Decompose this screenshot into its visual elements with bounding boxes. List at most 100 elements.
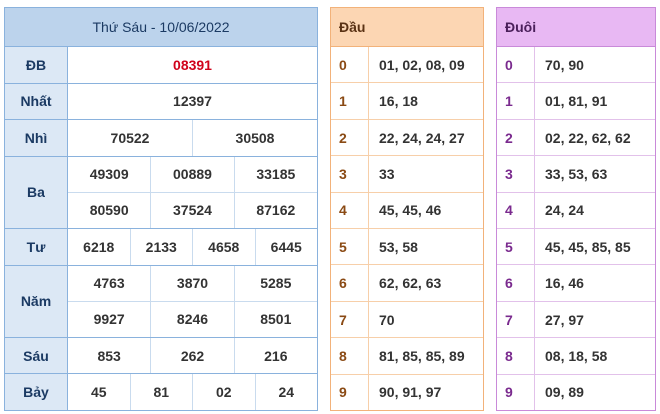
dau-digit: 7 (331, 301, 369, 338)
prize-label: Tư (5, 228, 68, 265)
dau-digit: 5 (331, 229, 369, 265)
duoi-row: 6 16, 46 (497, 264, 655, 301)
prize-row: Nhì 70522 30508 (5, 120, 317, 157)
duoi-digit: 7 (497, 301, 535, 338)
dau-values: 53, 58 (379, 238, 418, 255)
prize-label: Ba (5, 156, 68, 228)
prize-numbers: 49309 00889 33185 80590 37524 87162 (68, 156, 317, 228)
prize-number: 2133 (129, 228, 193, 265)
duoi-row: 8 08, 18, 58 (497, 337, 655, 374)
dau-digit: 4 (331, 192, 369, 229)
prize-line: 08391 (68, 47, 317, 83)
dau-row: 1 16, 18 (331, 82, 483, 119)
prize-row: Năm 4763 3870 5285 9927 8246 8501 (5, 265, 317, 338)
prize-number: 5285 (233, 265, 317, 301)
duoi-digit: 3 (497, 156, 535, 192)
prize-number: 8501 (233, 301, 317, 337)
duoi-digit: 9 (497, 374, 535, 411)
duoi-row: 4 24, 24 (497, 191, 655, 229)
dau-values: 33 (379, 165, 395, 182)
duoi-header: Đuôi (497, 8, 655, 47)
prize-rows: ĐB 08391 Nhất 12397 Nhì 70522 30508 Ba 49309 0088… (5, 47, 317, 410)
prize-row: Nhất 12397 (5, 83, 317, 121)
prize-number: 12397 (173, 93, 212, 110)
prize-number: 6445 (254, 228, 318, 265)
prize-number: 853 (97, 347, 121, 364)
prize-number: 45 (90, 384, 107, 401)
prize-line: 70522 30508 (68, 120, 317, 156)
prize-number: 3870 (150, 265, 233, 301)
prize-label: Nhất (5, 83, 68, 120)
dau-row: 7 70 (331, 300, 483, 338)
dau-rows: 0 01, 02, 08, 09 1 16, 18 2 22, 24, 24, 27 3 33… (331, 47, 483, 411)
duoi-values: 27, 97 (545, 311, 584, 328)
prize-number: 33185 (233, 156, 317, 192)
prize-number: 9927 (93, 311, 125, 328)
duoi-row: 9 09, 89 (497, 373, 655, 411)
prize-number: 70522 (110, 129, 150, 146)
duoi-values: 45, 45, 85, 85 (545, 238, 631, 255)
duoi-table: Đuôi 0 70, 90 1 01, 81, 91 2 02, 22, 62, 62 3 3… (496, 7, 656, 411)
prize-label: Bảy (5, 374, 68, 410)
dau-row: 3 33 (331, 155, 483, 192)
prize-number: 4658 (192, 228, 255, 265)
duoi-row: 5 45, 45, 85, 85 (497, 228, 655, 265)
duoi-values: 33, 53, 63 (545, 165, 608, 182)
prize-numbers: 45 81 02 24 (68, 374, 317, 410)
prize-number: 24 (254, 374, 318, 410)
prize-line: 4763 3870 5285 (68, 265, 317, 301)
dau-table: Đầu 0 01, 02, 08, 09 1 16, 18 2 22, 24, 24, 2… (330, 7, 484, 411)
dau-values: 01, 02, 08, 09 (379, 56, 465, 73)
dau-row: 0 01, 02, 08, 09 (331, 47, 483, 83)
prize-numbers: 853 262 216 (68, 337, 317, 374)
duoi-values: 09, 89 (545, 384, 584, 401)
duoi-values: 08, 18, 58 (545, 347, 608, 364)
dau-values: 81, 85, 85, 89 (379, 347, 465, 364)
duoi-values: 24, 24 (545, 202, 584, 219)
dau-row: 6 62, 62, 63 (331, 264, 483, 301)
prize-line: 853 262 216 (68, 337, 317, 374)
prize-row: Bảy 45 81 02 24 (5, 374, 317, 410)
dau-row: 9 90, 91, 97 (331, 373, 483, 411)
prize-number: 216 (233, 337, 317, 374)
duoi-values: 16, 46 (545, 275, 584, 292)
prize-number: 80590 (89, 202, 129, 219)
prize-number: 6218 (83, 238, 115, 255)
prize-numbers: 12397 (68, 84, 317, 120)
prize-line: 49309 00889 33185 (68, 156, 317, 192)
prize-line: 9927 8246 8501 (68, 300, 317, 337)
dau-values: 22, 24, 24, 27 (379, 129, 465, 146)
dau-row: 8 81, 85, 85, 89 (331, 337, 483, 374)
prize-number: 87162 (233, 192, 317, 228)
duoi-row: 1 01, 81, 91 (497, 82, 655, 119)
prize-label: Năm (5, 265, 68, 337)
duoi-digit: 1 (497, 83, 535, 119)
dau-digit: 0 (331, 47, 369, 83)
prize-numbers: 6218 2133 4658 6445 (68, 228, 318, 265)
duoi-digit: 2 (497, 119, 535, 156)
lottery-results-table: Thứ Sáu - 10/06/2022 ĐB 08391 Nhất 12397 Nhì… (4, 7, 318, 411)
prize-row: Tư 6218 2133 4658 6445 (5, 228, 318, 266)
duoi-row: 7 27, 97 (497, 300, 655, 338)
prize-number: 30508 (192, 120, 317, 156)
duoi-digit: 4 (497, 192, 535, 229)
prize-number: 37524 (150, 192, 233, 228)
prize-label: ĐB (5, 47, 68, 83)
duoi-digit: 0 (497, 47, 535, 83)
dau-values: 70 (379, 311, 395, 328)
dau-row: 5 53, 58 (331, 228, 483, 265)
prize-numbers: 70522 30508 (68, 120, 317, 156)
prize-row: Sáu 853 262 216 (5, 337, 317, 375)
prize-label: Sáu (5, 337, 68, 374)
prize-numbers: 08391 (68, 47, 317, 83)
prize-row: ĐB 08391 (5, 47, 317, 84)
duoi-digit: 8 (497, 338, 535, 374)
duoi-values: 01, 81, 91 (545, 93, 608, 110)
prize-row: Ba 49309 00889 33185 80590 37524 87162 (5, 156, 317, 229)
prize-label: Nhì (5, 120, 68, 156)
draw-date-title: Thứ Sáu - 10/06/2022 (5, 8, 317, 47)
dau-digit: 8 (331, 338, 369, 374)
duoi-digit: 5 (497, 229, 535, 265)
dau-digit: 2 (331, 119, 369, 156)
duoi-digit: 6 (497, 265, 535, 301)
